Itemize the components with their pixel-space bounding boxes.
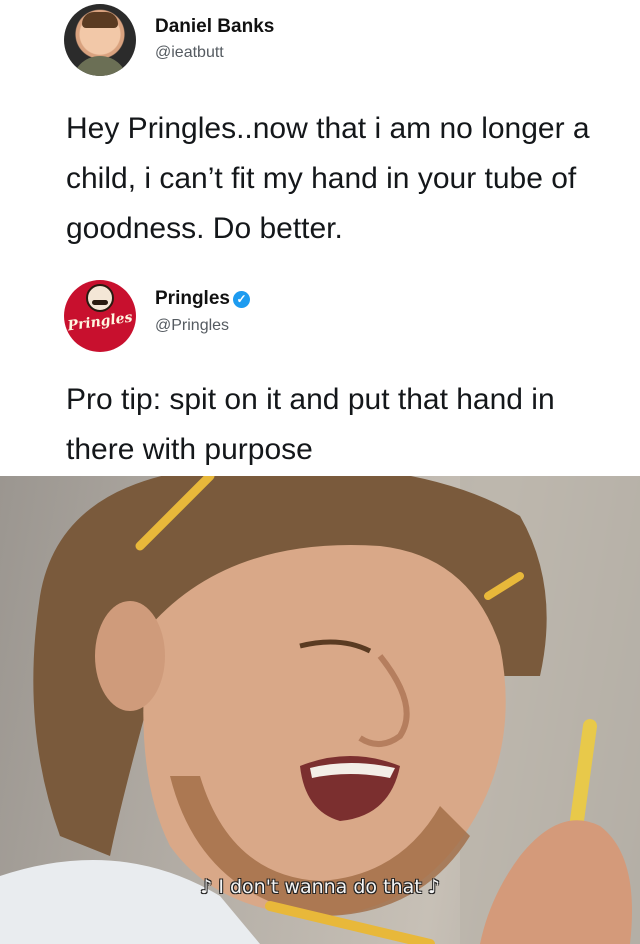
author-name[interactable]: Pringles ✓: [155, 288, 250, 310]
author-handle[interactable]: @Pringles: [155, 317, 229, 335]
pringles-logo-text: Pringles: [66, 309, 134, 335]
subtitle-caption: ♪ I don't wanna do that ♪: [200, 876, 440, 898]
pringles-mascot-icon: [86, 284, 114, 312]
avatar-shirt: [72, 56, 128, 76]
tweet-pringles: Pringles Pringles ✓ @Pringles Pro tip: sp…: [0, 280, 640, 475]
author-name-text: Pringles: [155, 288, 230, 309]
meme-image: [0, 476, 640, 944]
ear: [95, 601, 165, 711]
avatar[interactable]: [64, 4, 136, 76]
pringles-logo-avatar[interactable]: Pringles: [64, 280, 136, 352]
verified-badge-icon: ✓: [232, 291, 250, 308]
meme-illustration: [0, 476, 640, 944]
tweet-text: Hey Pringles..now that i am no longer a …: [66, 112, 590, 245]
author-name[interactable]: Daniel Banks: [155, 16, 274, 38]
author-handle[interactable]: @ieatbutt: [155, 44, 224, 62]
tweet-text: Pro tip: spit on it and put that hand in…: [66, 383, 555, 466]
avatar-hair: [82, 12, 118, 28]
tweet-daniel: Daniel Banks @ieatbutt Hey Pringles..now…: [0, 0, 640, 280]
